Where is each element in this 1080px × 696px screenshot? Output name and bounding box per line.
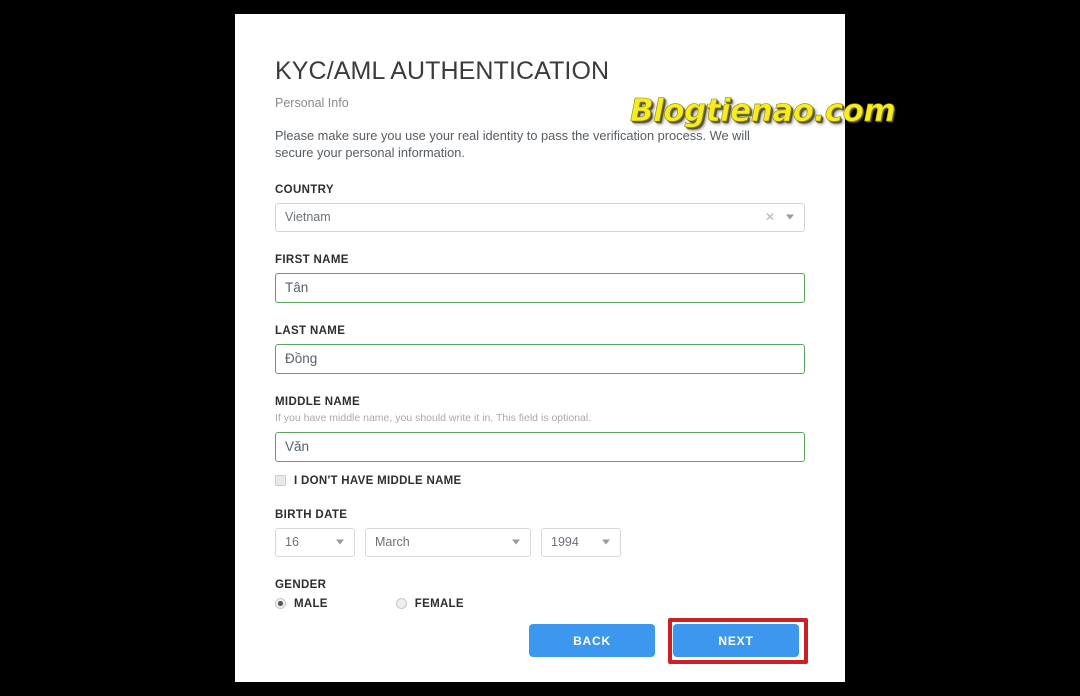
no-middle-name-checkbox[interactable]: [275, 475, 286, 487]
gender-label: GENDER: [275, 578, 327, 591]
page-title: KYC/AML AUTHENTICATION: [275, 57, 610, 85]
back-button[interactable]: BACK: [529, 624, 655, 657]
gender-option-female[interactable]: FEMALE: [395, 597, 464, 610]
no-middle-name-label: I DON'T HAVE MIDDLE NAME: [294, 474, 462, 487]
first-name-label: FIRST NAME: [275, 253, 349, 266]
close-x-icon[interactable]: ✕: [765, 211, 775, 223]
last-name-label: LAST NAME: [275, 324, 346, 337]
chevron-down-icon[interactable]: [602, 539, 610, 545]
country-value: Vietnam: [285, 210, 331, 225]
page-subtitle: Personal Info: [275, 95, 349, 110]
gender-option-male[interactable]: MALE: [275, 598, 328, 610]
next-button[interactable]: NEXT: [673, 624, 799, 657]
birth-month-select[interactable]: March: [365, 527, 531, 557]
birth-date-label: BIRTH DATE: [275, 508, 348, 521]
no-middle-name-row[interactable]: I DON'T HAVE MIDDLE NAME: [275, 475, 805, 487]
male-label: MALE: [294, 597, 328, 610]
birth-month-value: March: [375, 535, 410, 550]
female-label: FEMALE: [414, 597, 464, 610]
country-label: COUNTRY: [275, 183, 334, 196]
chevron-down-icon[interactable]: [512, 539, 520, 545]
middle-name-input[interactable]: [275, 431, 805, 462]
birth-date-row: 16 March 1994: [275, 527, 805, 557]
last-name-input[interactable]: [275, 343, 805, 374]
page-description: Please make sure you use your real ident…: [275, 128, 750, 160]
male-radio[interactable]: [275, 598, 286, 610]
first-name-input[interactable]: [275, 272, 805, 303]
kyc-form-card: Blogtienao.com KYC/AML AUTHENTICATION Pe…: [235, 14, 896, 682]
chevron-down-icon[interactable]: [336, 539, 344, 545]
middle-name-hint: If you have middle name, you should writ…: [275, 411, 592, 424]
form-actions: BACK NEXT: [235, 609, 845, 669]
birth-year-value: 1994: [551, 535, 579, 550]
middle-name-label: MIDDLE NAME: [275, 395, 360, 408]
gender-row: MALE FEMALE: [275, 598, 805, 610]
female-radio[interactable]: [395, 598, 407, 610]
birth-day-value: 16: [285, 535, 299, 550]
birth-year-select[interactable]: 1994: [541, 527, 621, 557]
birth-day-select[interactable]: 16: [275, 527, 355, 557]
country-select[interactable]: Vietnam ✕: [275, 202, 805, 232]
form-container: KYC/AML AUTHENTICATION Personal Info Ple…: [275, 14, 805, 610]
chevron-down-icon[interactable]: [786, 214, 794, 220]
